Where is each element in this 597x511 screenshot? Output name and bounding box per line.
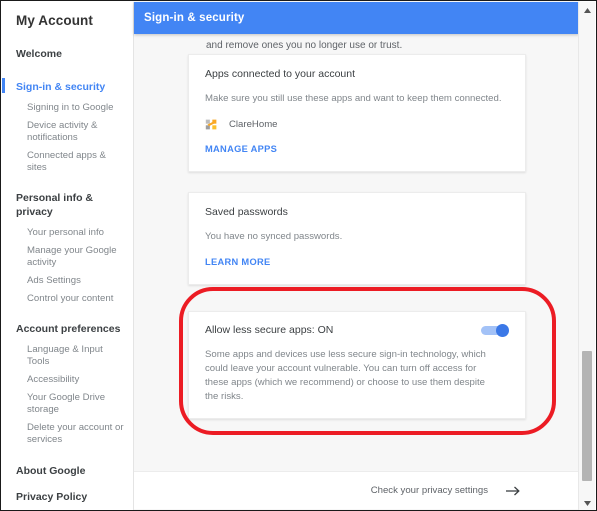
sidebar-item-device-activity[interactable]: Device activity & notifications (2, 117, 133, 147)
sidebar-item-welcome[interactable]: Welcome (2, 42, 133, 66)
scrolled-partial-text: and remove ones you no longer use or tru… (206, 40, 403, 51)
scrollbar-thumb[interactable] (582, 351, 592, 481)
saved-passwords-card: Saved passwords You have no synced passw… (188, 192, 526, 285)
sidebar-item-connected-apps-sites[interactable]: Connected apps & sites (2, 147, 133, 177)
scroll-up-arrow-icon[interactable] (579, 2, 595, 18)
sidebar-nav: Welcome Sign-in & security Signing in to… (2, 28, 133, 510)
less-secure-title: Allow less secure apps: ON (205, 324, 334, 336)
passwords-card-description: You have no synced passwords. (205, 231, 343, 242)
sidebar-item-manage-google-activity[interactable]: Manage your Google activity (2, 242, 133, 272)
less-secure-description: Some apps and devices use less secure si… (205, 349, 486, 402)
clarehome-app-icon (205, 119, 217, 130)
sidebar-item-signing-in-to-google[interactable]: Signing in to Google (2, 99, 133, 117)
connected-app-name: ClareHome (229, 119, 278, 130)
sidebar-item-ads-settings[interactable]: Ads Settings (2, 272, 133, 290)
privacy-settings-link[interactable]: Check your privacy settings (371, 485, 488, 496)
nav-spacer-2 (2, 177, 133, 186)
apps-card-description: Make sure you still use these apps and w… (205, 93, 502, 104)
manage-apps-link[interactable]: MANAGE APPS (205, 144, 277, 154)
arrow-right-icon[interactable] (505, 485, 521, 497)
card-gap-2 (134, 285, 579, 311)
learn-more-link[interactable]: LEARN MORE (205, 257, 271, 267)
sidebar-item-control-your-content[interactable]: Control your content (2, 290, 133, 308)
apps-connected-card: Apps connected to your account Make sure… (188, 54, 526, 172)
main-content: and remove ones you no longer use or tru… (134, 34, 579, 510)
less-secure-apps-card: Allow less secure apps: ON Some apps and… (188, 311, 526, 419)
page-footer: Check your privacy settings (134, 471, 579, 509)
sidebar-item-delete-account-services[interactable]: Delete your account or services (2, 419, 133, 449)
sidebar-item-language-input-tools[interactable]: Language & Input Tools (2, 341, 133, 371)
sidebar-item-accessibility[interactable]: Accessibility (2, 371, 133, 389)
sidebar-item-google-drive-storage[interactable]: Your Google Drive storage (2, 389, 133, 419)
scroll-down-arrow-icon[interactable] (579, 495, 595, 510)
sidebar-brand: My Account (16, 13, 94, 28)
nav-spacer-1 (2, 66, 133, 75)
connected-app-row[interactable]: ClareHome (205, 118, 509, 131)
sidebar-item-account-preferences[interactable]: Account preferences (2, 317, 133, 341)
vertical-scrollbar[interactable] (578, 2, 595, 510)
page-header: Sign-in & security (134, 2, 579, 34)
browser-window: My Account Welcome Sign-in & security Si… (0, 0, 597, 511)
sidebar: My Account Welcome Sign-in & security Si… (2, 2, 134, 510)
sidebar-item-your-personal-info[interactable]: Your personal info (2, 224, 133, 242)
sidebar-item-about-google[interactable]: About Google (2, 458, 133, 484)
sidebar-item-personal-info-privacy[interactable]: Personal info & privacy (2, 186, 133, 224)
card-gap-1 (134, 172, 579, 192)
less-secure-apps-toggle[interactable] (481, 324, 509, 337)
nav-spacer-3 (2, 308, 133, 317)
sidebar-item-sign-in-security[interactable]: Sign-in & security (2, 75, 133, 99)
nav-spacer-4 (2, 449, 133, 458)
apps-card-title: Apps connected to your account (205, 68, 356, 80)
sidebar-item-privacy-policy[interactable]: Privacy Policy (2, 484, 133, 510)
passwords-card-title: Saved passwords (205, 206, 288, 218)
page-title: Sign-in & security (144, 12, 245, 24)
less-secure-header-row: Allow less secure apps: ON (205, 324, 509, 337)
toggle-knob (496, 324, 509, 337)
